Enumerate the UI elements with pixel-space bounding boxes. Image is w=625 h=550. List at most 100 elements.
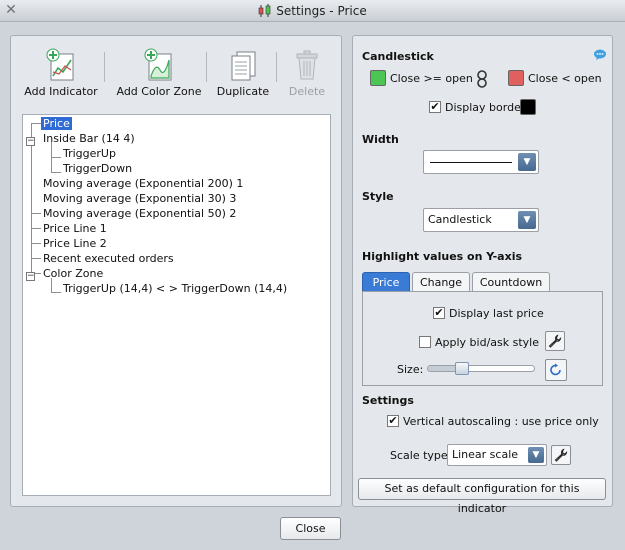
window-title: Settings - Price — [0, 0, 625, 22]
tree-connector — [31, 213, 41, 214]
collapse-toggle-icon[interactable]: − — [26, 137, 35, 146]
close-down-label: Close < open — [528, 72, 602, 85]
chevron-down-icon: ▼ — [518, 211, 536, 229]
tree-item-label: Price Line 2 — [43, 237, 107, 250]
toolbar-divider — [276, 52, 277, 82]
scale-settings-button[interactable] — [551, 445, 571, 465]
size-slider-thumb[interactable] — [455, 362, 470, 375]
tree-connector — [51, 172, 61, 173]
set-default-button[interactable]: Set as default configuration for this in… — [358, 478, 606, 515]
scale-type-label: Scale type — [390, 449, 448, 462]
style-heading: Style — [362, 190, 394, 203]
chevron-down-icon: ▼ — [528, 447, 544, 463]
tree-item-label: Price Line 1 — [43, 222, 107, 235]
tree-item-color-zone-trigger[interactable]: TriggerUp (14,4) < > TriggerDown (14,4) — [63, 281, 287, 296]
window-title-text: Settings - Price — [276, 4, 367, 18]
tree-item-label: Inside Bar (14 4) — [43, 132, 135, 145]
tree-item-label: Recent executed orders — [43, 252, 174, 265]
candlestick-app-icon — [258, 4, 271, 17]
highlight-heading: Highlight values on Y-axis — [362, 250, 523, 263]
tree-item-color-zone[interactable]: Color Zone — [43, 266, 103, 281]
tree-item-ema-50[interactable]: Moving average (Exponential 50) 2 — [43, 206, 236, 221]
tree-item-trigger-up[interactable]: TriggerUp — [63, 146, 116, 161]
apply-bid-ask-checkbox[interactable] — [419, 336, 431, 348]
add-color-zone-label: Add Color Zone — [116, 85, 202, 98]
tree-item-trigger-down[interactable]: TriggerDown — [63, 161, 132, 176]
vertical-autoscaling-checkbox[interactable]: ✔ — [387, 415, 399, 427]
indicator-tree: − − Price Inside Bar (14 4) TriggerUp Tr… — [22, 114, 331, 496]
display-border-label: Display border — [445, 101, 526, 114]
tree-item-label: Moving average (Exponential 30) 3 — [43, 192, 237, 205]
tree-item-label: TriggerUp — [63, 147, 116, 160]
width-heading: Width — [362, 133, 399, 146]
title-bar: ✕ Settings - Price — [0, 0, 625, 22]
help-bubble-icon[interactable] — [593, 49, 607, 61]
apply-bid-ask-label: Apply bid/ask style — [435, 336, 539, 349]
vertical-autoscaling-label: Vertical autoscaling : use price only — [403, 415, 599, 428]
display-last-price-checkbox[interactable]: ✔ — [433, 307, 445, 319]
chevron-down-icon: ▼ — [518, 153, 536, 171]
duplicate-button[interactable]: Duplicate — [215, 48, 271, 104]
settings-heading: Settings — [362, 394, 414, 407]
duplicate-label: Duplicate — [216, 85, 270, 98]
border-color-swatch[interactable] — [520, 99, 536, 115]
indicator-panel: Add Indicator Add Color Zone Duplicate D… — [10, 35, 342, 507]
tree-item-recent-orders[interactable]: Recent executed orders — [43, 251, 174, 266]
add-color-zone-button[interactable]: Add Color Zone — [115, 48, 203, 104]
add-color-zone-icon — [144, 48, 172, 81]
tree-item-inside-bar[interactable]: Inside Bar (14 4) — [43, 131, 135, 146]
display-last-price-label: Display last price — [449, 307, 544, 320]
duplicate-icon — [231, 51, 256, 81]
line-width-preview — [430, 162, 512, 163]
close-button[interactable]: Close — [280, 517, 341, 540]
style-select[interactable]: Candlestick ▼ — [423, 208, 539, 232]
tree-connector — [51, 292, 61, 293]
toolbar-divider — [104, 52, 105, 82]
tree-item-ema-30[interactable]: Moving average (Exponential 30) 3 — [43, 191, 236, 206]
size-label: Size: — [397, 363, 424, 376]
tree-item-price-line-2[interactable]: Price Line 2 — [43, 236, 107, 251]
add-indicator-icon — [46, 48, 74, 81]
size-slider-track[interactable] — [427, 365, 535, 372]
close-up-color-swatch[interactable] — [370, 70, 386, 86]
delete-button[interactable]: Delete — [283, 48, 331, 104]
wrench-icon — [554, 448, 568, 462]
tree-item-price-line-1[interactable]: Price Line 1 — [43, 221, 107, 236]
tree-item-label: TriggerDown — [63, 162, 133, 175]
tree-item-price[interactable]: Price — [41, 116, 72, 131]
highlight-tab-content: ✔ Display last price Apply bid/ask style… — [362, 291, 603, 386]
tab-countdown[interactable]: Countdown — [472, 272, 550, 292]
width-select[interactable]: ▼ — [423, 150, 539, 174]
tree-connector — [31, 123, 41, 124]
scale-type-value: Linear scale — [452, 448, 519, 461]
close-up-label: Close >= open — [390, 72, 473, 85]
collapse-toggle-icon[interactable]: − — [26, 272, 35, 281]
add-indicator-button[interactable]: Add Indicator — [23, 48, 99, 104]
close-down-color-swatch[interactable] — [508, 70, 524, 86]
display-border-checkbox[interactable]: ✔ — [429, 101, 441, 113]
add-indicator-label: Add Indicator — [24, 85, 98, 98]
tab-price[interactable]: Price — [362, 272, 410, 292]
refresh-icon — [550, 363, 561, 376]
delete-label: Delete — [288, 85, 326, 98]
scale-type-select[interactable]: Linear scale ▼ — [447, 444, 547, 466]
tree-connector — [31, 228, 41, 229]
trash-icon — [296, 50, 318, 80]
tab-change[interactable]: Change — [412, 272, 470, 292]
reset-size-button[interactable] — [545, 359, 567, 381]
toolbar-divider — [206, 52, 207, 82]
tree-item-label: Moving average (Exponential 200) 1 — [43, 177, 244, 190]
bid-ask-settings-button[interactable] — [545, 331, 565, 351]
tree-item-ema-200[interactable]: Moving average (Exponential 200) 1 — [43, 176, 243, 191]
settings-panel: Candlestick Close >= open Close < open ✔… — [352, 35, 613, 515]
tree-item-label: TriggerUp (14,4) < > TriggerDown (14,4) — [63, 282, 288, 295]
wrench-icon — [548, 334, 562, 348]
link-chain-icon[interactable] — [476, 70, 488, 88]
tree-item-label: Price — [41, 117, 72, 130]
tree-item-label: Moving average (Exponential 50) 2 — [43, 207, 237, 220]
tree-item-label: Color Zone — [43, 267, 104, 280]
tree-connector — [51, 157, 61, 158]
tree-connector — [31, 258, 41, 259]
candlestick-heading: Candlestick — [362, 50, 434, 63]
tree-connector — [31, 243, 41, 244]
